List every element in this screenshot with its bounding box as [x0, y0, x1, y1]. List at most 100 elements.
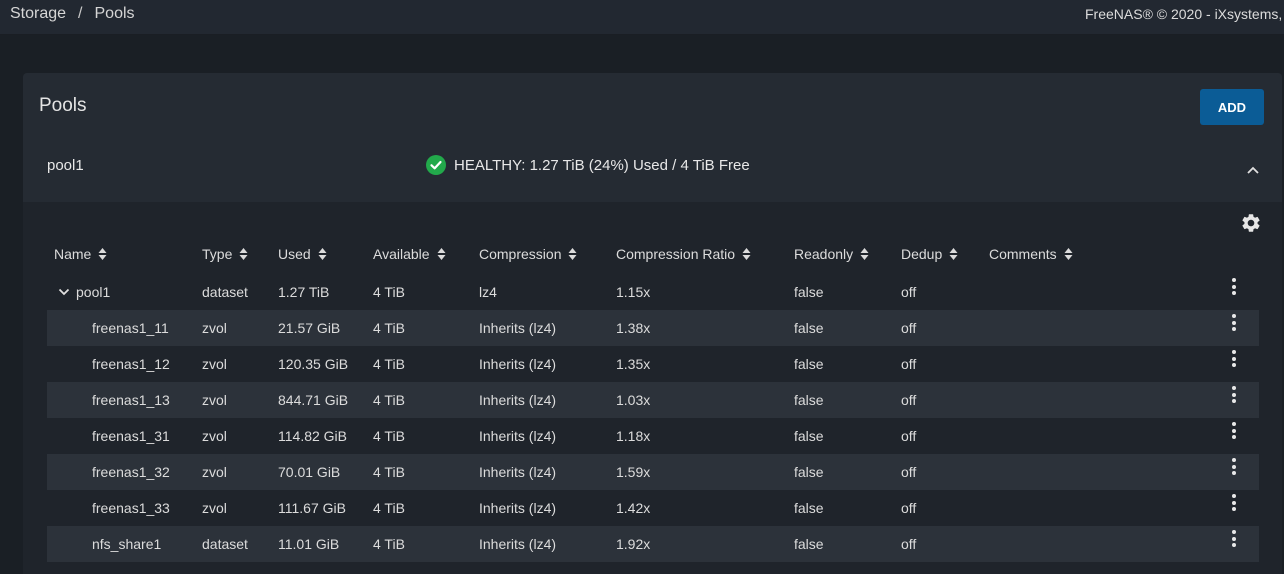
- cell-text: 1.38x: [616, 320, 651, 336]
- cell-text: off: [901, 500, 917, 516]
- chevron-up-icon[interactable]: [1245, 162, 1261, 178]
- cell-name: freenas1_12: [92, 356, 170, 372]
- more-vert-icon[interactable]: [1230, 278, 1238, 298]
- cell-text: 1.35x: [616, 356, 651, 372]
- cell-dedup: off: [901, 320, 916, 336]
- table-header: Name Type Used Available Compression Compress…: [23, 246, 1282, 266]
- sort-icon: [1064, 248, 1073, 260]
- cell-text: 11.01 GiB: [278, 536, 340, 552]
- cell-text: zvol: [202, 356, 227, 372]
- table-row[interactable]: freenas1_12 zvol 120.35 GiB 4 TiB Inherits (…: [47, 346, 1259, 382]
- breadcrumb-storage[interactable]: Storage: [10, 5, 66, 22]
- cell-text: zvol: [202, 500, 227, 516]
- table-row[interactable]: nfs_share1 dataset 11.01 GiB 4 TiB Inherits …: [47, 526, 1259, 562]
- cell-readonly: false: [794, 464, 824, 480]
- cell-name: freenas1_32: [92, 464, 170, 480]
- cell-readonly: false: [794, 536, 824, 552]
- column-header-name[interactable]: Name: [54, 246, 107, 262]
- cell-used: 114.82 GiB: [278, 428, 347, 444]
- column-header-used[interactable]: Used: [278, 246, 327, 262]
- cell-text: zvol: [202, 392, 227, 408]
- cell-dedup: off: [901, 464, 916, 480]
- cell-text: 4 TiB: [373, 428, 405, 444]
- cell-text: off: [901, 536, 917, 552]
- cell-text: zvol: [202, 464, 227, 480]
- cell-compression-ratio: 1.59x: [616, 464, 650, 480]
- cell-text: freenas1_12: [92, 356, 170, 372]
- cell-text: freenas1_32: [92, 464, 170, 480]
- cell-text: Inherits (lz4): [479, 320, 557, 336]
- cell-type: zvol: [202, 464, 227, 480]
- page-title: Pools: [39, 95, 87, 116]
- table-row[interactable]: freenas1_11 zvol 21.57 GiB 4 TiB Inherits (l…: [47, 310, 1259, 346]
- chevron-down-icon[interactable]: [58, 287, 70, 297]
- cell-text: 4 TiB: [373, 392, 405, 408]
- table-row-root[interactable]: pool1 dataset 1.27 TiB 4 TiB lz4 1.15x false of…: [47, 274, 1259, 310]
- column-header-label: Used: [278, 246, 311, 262]
- breadcrumb-separator: /: [78, 5, 83, 22]
- cell-used: 21.57 GiB: [278, 320, 340, 336]
- cell-text: off: [901, 284, 917, 300]
- cell-available: 4 TiB: [373, 536, 405, 552]
- cell-type: zvol: [202, 500, 227, 516]
- cell-text: 114.82 GiB: [278, 428, 348, 444]
- sort-icon: [568, 248, 577, 260]
- column-header-dedup[interactable]: Dedup: [901, 246, 958, 262]
- cell-text: off: [901, 392, 917, 408]
- cell-text: false: [794, 320, 824, 336]
- cell-type: dataset: [202, 284, 248, 300]
- cell-text: dataset: [202, 284, 248, 300]
- column-header-comments[interactable]: Comments: [989, 246, 1073, 262]
- cell-text: Inherits (lz4): [479, 356, 557, 372]
- cell-used: 11.01 GiB: [278, 536, 339, 552]
- cell-compression-ratio: 1.35x: [616, 356, 650, 372]
- breadcrumb-pools: Pools: [94, 5, 135, 22]
- more-vert-icon[interactable]: [1230, 458, 1238, 478]
- gear-icon[interactable]: [1240, 212, 1262, 234]
- more-vert-icon[interactable]: [1230, 422, 1238, 442]
- cell-text: 1.27 TiB: [278, 284, 330, 300]
- more-vert-icon[interactable]: [1230, 314, 1238, 334]
- table-row[interactable]: freenas1_13 zvol 844.71 GiB 4 TiB Inherits (…: [47, 382, 1259, 418]
- cell-text: Inherits (lz4): [479, 392, 557, 408]
- column-header-label: Readonly: [794, 246, 854, 262]
- cell-compression: lz4: [479, 284, 497, 300]
- cell-type: zvol: [202, 392, 227, 408]
- sort-icon: [437, 248, 446, 260]
- cell-readonly: false: [794, 500, 824, 516]
- more-vert-icon[interactable]: [1230, 386, 1238, 406]
- column-header-type[interactable]: Type: [202, 246, 248, 262]
- column-header-compression[interactable]: Compression: [479, 246, 577, 262]
- column-header-compression-ratio[interactable]: Compression Ratio: [616, 246, 751, 262]
- cell-text: Inherits (lz4): [479, 464, 557, 480]
- cell-available: 4 TiB: [373, 464, 405, 480]
- add-pool-button[interactable]: ADD: [1200, 89, 1264, 125]
- more-vert-icon[interactable]: [1230, 530, 1238, 550]
- column-header-available[interactable]: Available: [373, 246, 446, 262]
- pool-header[interactable]: pool1 HEALTHY: 1.27 TiB (24%) Used / 4 T…: [23, 142, 1282, 202]
- table-row[interactable]: freenas1_32 zvol 70.01 GiB 4 TiB Inherits (l…: [47, 454, 1259, 490]
- cell-text: false: [794, 284, 824, 300]
- cell-used: 1.27 TiB: [278, 284, 329, 300]
- more-vert-icon[interactable]: [1230, 350, 1238, 370]
- cell-type: dataset: [202, 536, 248, 552]
- cell-text: 70.01 GiB: [278, 464, 341, 480]
- pools-card: Pools ADD pool1 HEALTHY: 1.27 TiB (24%) …: [23, 73, 1282, 574]
- cell-text: 4 TiB: [373, 500, 405, 516]
- table-row[interactable]: freenas1_33 zvol 111.67 GiB 4 TiB Inherits (…: [47, 490, 1259, 526]
- cell-name: freenas1_11: [92, 320, 169, 336]
- sort-icon: [318, 248, 327, 260]
- cell-text: 844.71 GiB: [278, 392, 349, 408]
- cell-text: 4 TiB: [373, 464, 405, 480]
- more-vert-icon[interactable]: [1230, 494, 1238, 514]
- cell-text: false: [794, 536, 824, 552]
- cell-available: 4 TiB: [373, 320, 405, 336]
- table-row[interactable]: freenas1_31 zvol 114.82 GiB 4 TiB Inherits (…: [47, 418, 1259, 454]
- cell-text: false: [794, 464, 824, 480]
- cell-text: 4 TiB: [373, 356, 405, 372]
- cell-compression: Inherits (lz4): [479, 536, 556, 552]
- cell-compression-ratio: 1.15x: [616, 284, 650, 300]
- column-header-readonly[interactable]: Readonly: [794, 246, 869, 262]
- cell-text: Inherits (lz4): [479, 428, 557, 444]
- cell-text: false: [794, 428, 824, 444]
